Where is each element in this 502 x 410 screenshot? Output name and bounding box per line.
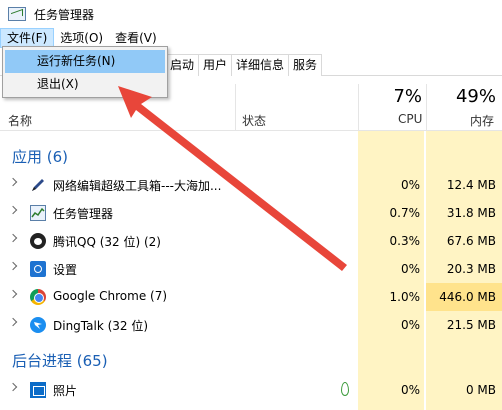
header-divider: [0, 130, 502, 131]
process-cpu: 0%: [400, 383, 420, 397]
table-row[interactable]: DingTalk (32 位) 0% 21.5 MB: [0, 311, 502, 339]
process-memory: 446.0 MB: [426, 283, 502, 311]
process-cpu: 0%: [400, 318, 420, 332]
window-title: 任务管理器: [34, 7, 95, 22]
process-memory: 67.6 MB: [446, 234, 496, 248]
process-name: 照片: [53, 384, 78, 398]
run-new-task-item[interactable]: 运行新任务(N): [5, 50, 165, 73]
chevron-right-icon[interactable]: [8, 177, 18, 187]
column-header-name[interactable]: 名称: [8, 112, 32, 129]
cpu-total-percent: 7%: [393, 86, 422, 107]
menu-options[interactable]: 选项(O): [54, 28, 109, 48]
table-row[interactable]: 设置 0% 20.3 MB: [0, 255, 502, 283]
group-background-label: 后台进程 (65): [12, 352, 108, 370]
process-memory: 21.5 MB: [446, 318, 496, 332]
chrome-icon: [30, 289, 46, 305]
process-name: 网络编辑超级工具箱---大海加...: [53, 179, 222, 193]
pen-icon: [30, 177, 46, 193]
column-separator: [358, 84, 359, 130]
column-header-status[interactable]: 状态: [242, 112, 266, 129]
chevron-right-icon[interactable]: [8, 205, 18, 215]
memory-total-percent: 49%: [455, 86, 496, 107]
column-separator: [235, 84, 236, 130]
process-cpu: 1.0%: [389, 290, 421, 304]
process-memory: 12.4 MB: [446, 178, 496, 192]
process-cpu: 0.3%: [389, 234, 421, 248]
settings-icon: [30, 261, 46, 277]
title-bar: 任务管理器: [0, 0, 502, 28]
process-memory: 20.3 MB: [446, 262, 496, 276]
process-memory: 0 MB: [465, 383, 496, 397]
chevron-right-icon[interactable]: [8, 382, 18, 392]
process-name: 腾讯QQ (32 位) (2): [53, 235, 161, 249]
photos-icon: [30, 382, 46, 398]
process-name: Google Chrome (7): [53, 289, 168, 303]
chevron-right-icon[interactable]: [8, 317, 18, 327]
process-memory: 31.8 MB: [446, 206, 496, 220]
file-menu-dropdown: 运行新任务(N) 退出(X): [2, 46, 168, 98]
process-name: 任务管理器: [53, 207, 114, 221]
chevron-right-icon[interactable]: [8, 233, 18, 243]
process-cpu: 0.7%: [389, 206, 421, 220]
column-separator: [426, 84, 427, 130]
table-row[interactable]: Google Chrome (7) 1.0% 446.0 MB: [0, 283, 502, 311]
qq-icon: [30, 233, 46, 249]
group-apps-label: 应用 (6): [12, 148, 69, 166]
dingtalk-icon: [30, 317, 46, 333]
process-cpu: 0%: [400, 178, 420, 192]
exit-item[interactable]: 退出(X): [5, 73, 165, 96]
column-header-cpu[interactable]: CPU: [398, 112, 422, 126]
table-row[interactable]: 照片 0% 0 MB: [0, 376, 502, 404]
menu-view[interactable]: 查看(V): [109, 28, 163, 48]
tab-users[interactable]: 用户: [198, 54, 233, 76]
leaf-icon: [341, 382, 349, 396]
column-header-memory[interactable]: 内存: [470, 112, 494, 129]
process-name: 设置: [53, 263, 78, 277]
tab-startup[interactable]: 启动: [165, 54, 200, 76]
task-manager-window: 任务管理器 文件(F) 选项(O) 查看(V) 启动 用户 详细信息 服务 运行…: [0, 0, 502, 410]
menu-file[interactable]: 文件(F): [0, 28, 55, 48]
process-name: DingTalk (32 位): [53, 319, 149, 333]
task-manager-app-icon: [8, 7, 26, 21]
tab-services[interactable]: 服务: [288, 54, 323, 76]
chevron-right-icon[interactable]: [8, 261, 18, 271]
tab-bar: 启动 用户 详细信息 服务: [165, 54, 323, 76]
table-row[interactable]: 腾讯QQ (32 位) (2) 0.3% 67.6 MB: [0, 227, 502, 255]
table-row[interactable]: 网络编辑超级工具箱---大海加... 0% 12.4 MB: [0, 171, 502, 199]
menu-bar: 文件(F) 选项(O) 查看(V): [0, 28, 502, 48]
chevron-right-icon[interactable]: [8, 289, 18, 299]
process-cpu: 0%: [400, 262, 420, 276]
table-row[interactable]: 任务管理器 0.7% 31.8 MB: [0, 199, 502, 227]
tab-details[interactable]: 详细信息: [231, 54, 290, 76]
task-manager-icon: [30, 205, 46, 221]
